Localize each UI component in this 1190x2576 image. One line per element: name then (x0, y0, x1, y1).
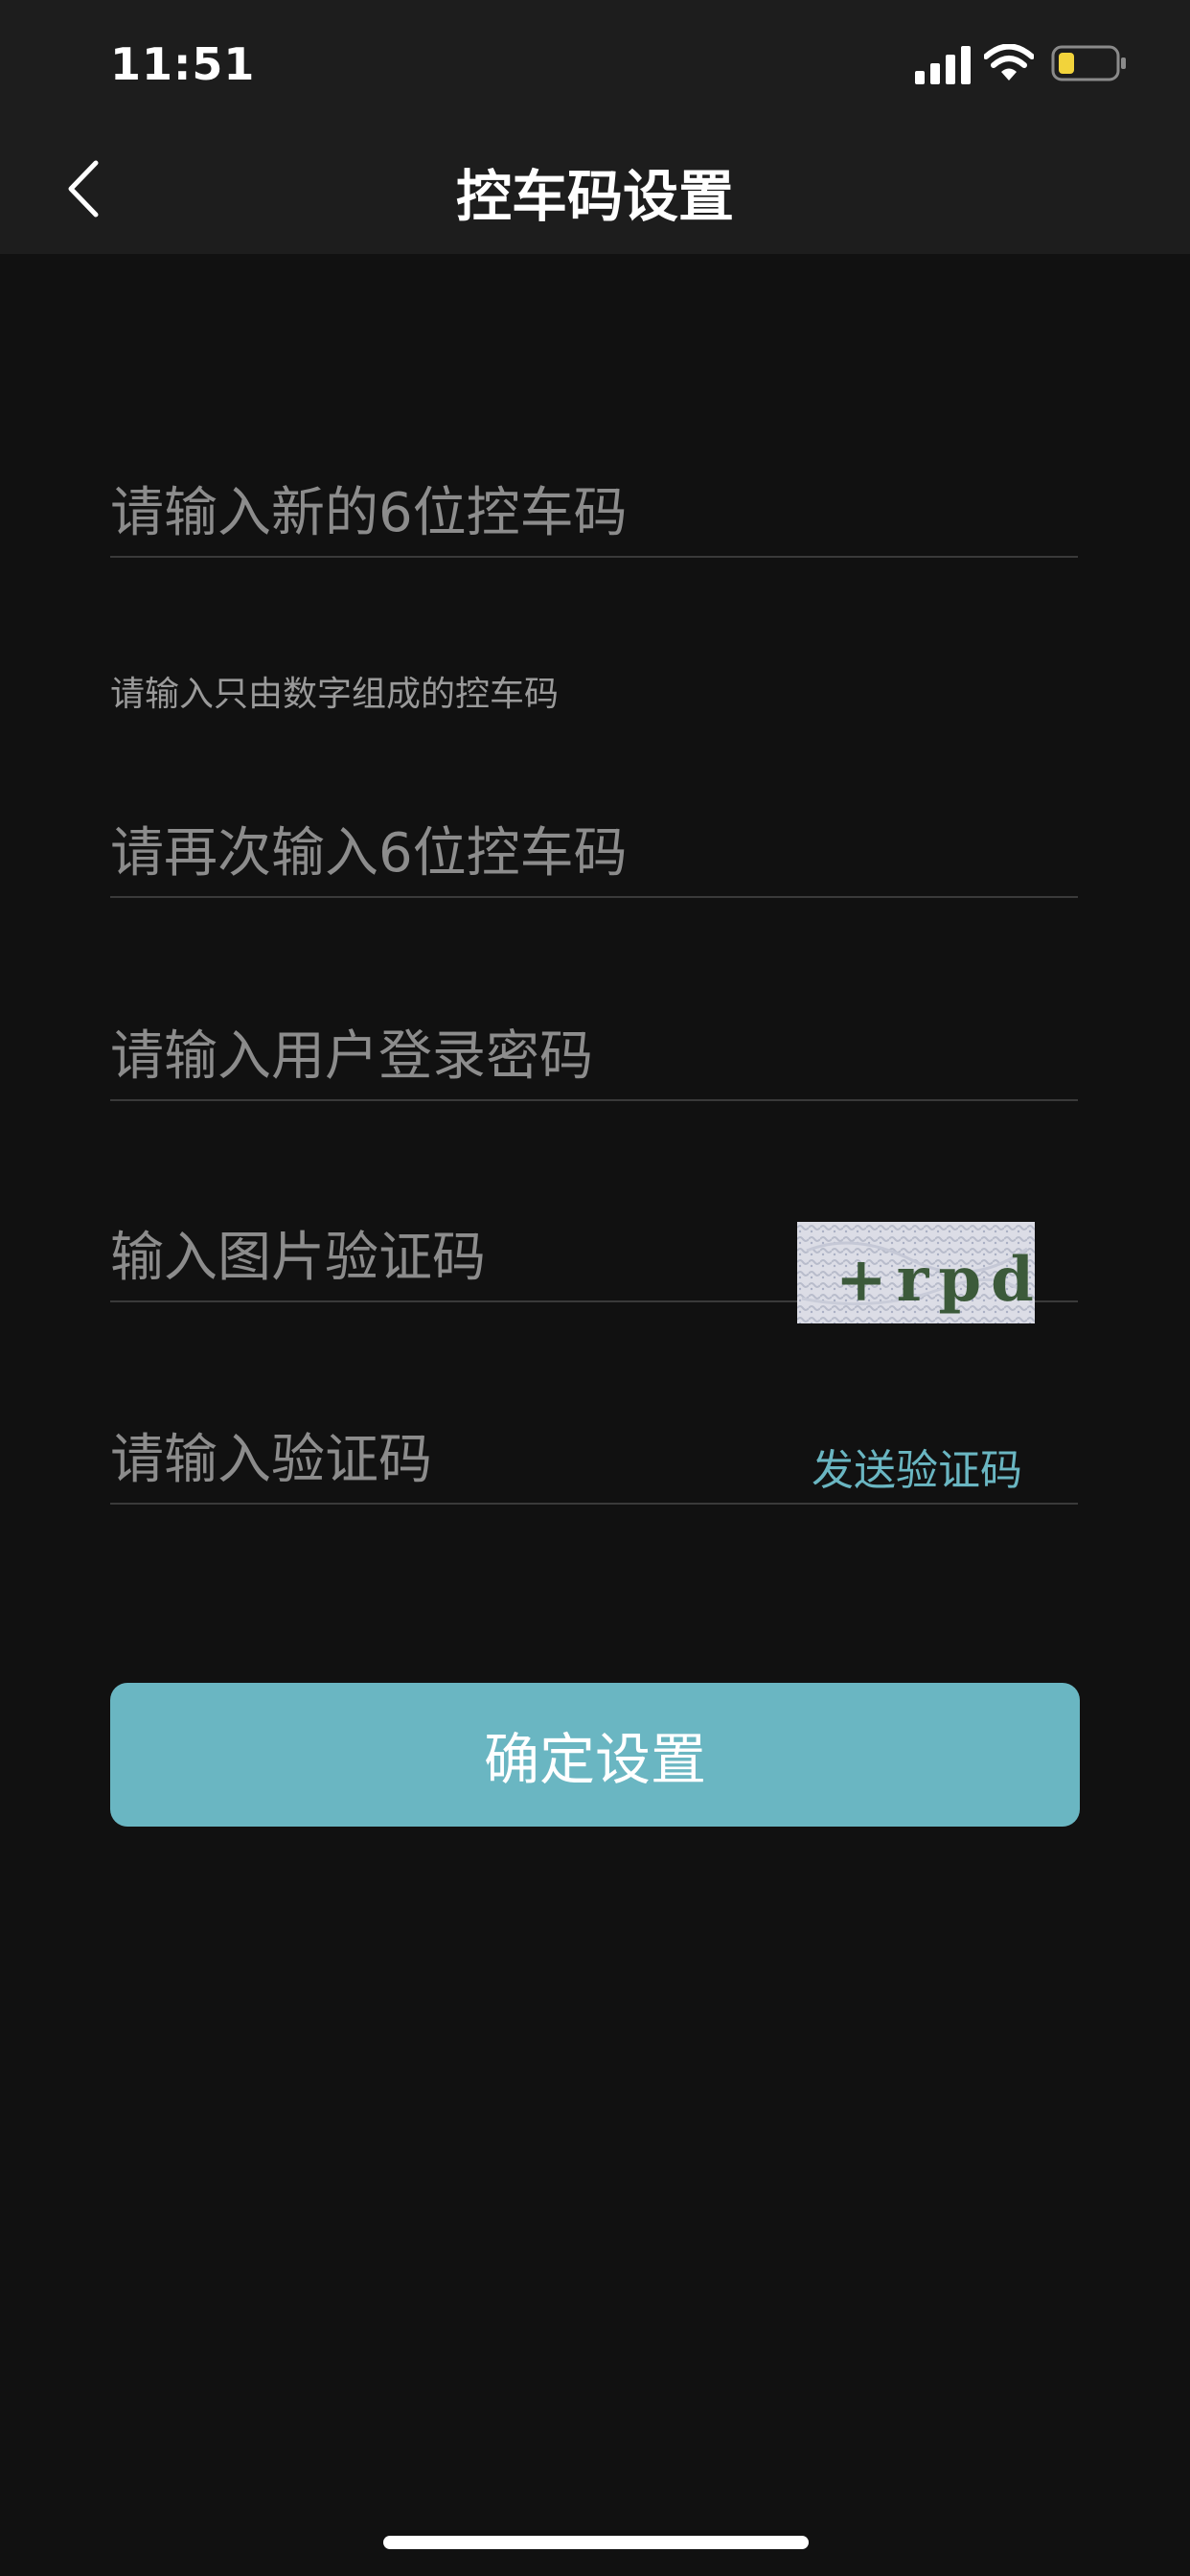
captcha-field: +rpd (110, 1214, 1078, 1323)
sms-code-input[interactable] (110, 1416, 858, 1503)
confirm-settings-button[interactable]: 确定设置 (110, 1683, 1080, 1827)
captcha-text: +rpd (835, 1244, 1035, 1316)
password-input[interactable] (110, 1013, 858, 1099)
wifi-icon (984, 44, 1034, 80)
battery-icon (1051, 45, 1126, 81)
send-code-button[interactable]: 发送验证码 (812, 1436, 1022, 1497)
header: 11:51 控车码设置 (0, 0, 1190, 254)
status-time: 11:51 (110, 38, 256, 90)
new-code-hint: 请输入只由数字组成的控车码 (110, 675, 560, 714)
captcha-image[interactable]: +rpd (797, 1222, 1035, 1323)
signal-icon (915, 46, 971, 84)
confirm-code-input[interactable] (110, 810, 858, 896)
sms-code-field: 发送验证码 (110, 1416, 1078, 1505)
new-code-input[interactable] (110, 470, 858, 556)
status-icons (915, 42, 1135, 88)
new-code-field (110, 470, 1078, 558)
page-title: 控车码设置 (455, 164, 734, 229)
password-field (110, 1013, 1078, 1101)
home-indicator (383, 2536, 809, 2549)
captcha-input[interactable] (110, 1214, 858, 1300)
confirm-code-field (110, 810, 1078, 898)
